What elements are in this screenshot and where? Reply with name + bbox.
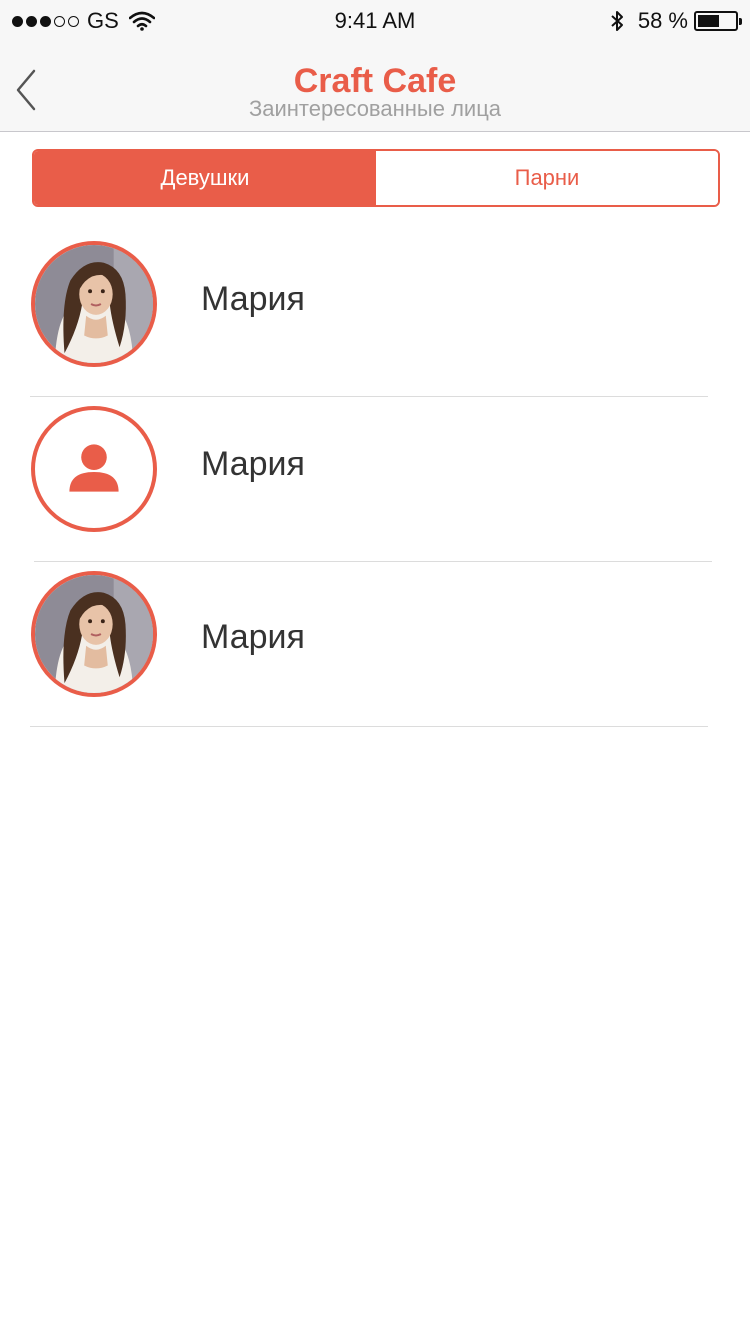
segment-guys[interactable]: Парни [376, 151, 718, 205]
bluetooth-icon [611, 11, 623, 31]
status-bar: GS 9:41 AM 58 % [0, 0, 750, 40]
person-name: Мария [201, 618, 305, 656]
page-subtitle: Заинтересованные лица [248, 96, 502, 121]
battery-icon [694, 11, 742, 31]
segment-girls[interactable]: Девушки [34, 151, 376, 205]
list-item[interactable]: Мария [0, 397, 750, 562]
battery-tip [739, 18, 742, 25]
people-list: Мария Мария Мария [0, 232, 750, 727]
person-name: Мария [201, 280, 305, 318]
avatar-photo [31, 571, 157, 697]
person-photo [35, 245, 153, 363]
avatar-placeholder [31, 406, 157, 532]
person-placeholder-icon [69, 444, 119, 492]
divider [30, 726, 708, 727]
avatar-photo [31, 241, 157, 367]
gender-segmented-control: Девушки Парни [32, 149, 720, 207]
screen: GS 9:41 AM 58 % Craft Cafe Заинтересован… [0, 0, 750, 1335]
person-name: Мария [201, 445, 305, 483]
navigation-bar: Craft Cafe Заинтересованные лица [0, 40, 750, 132]
page-title: Craft Cafe [293, 62, 457, 100]
list-item[interactable]: Мария [0, 562, 750, 727]
person-photo [35, 575, 153, 693]
battery-percent: 58 % [637, 8, 688, 33]
battery-fill [698, 15, 719, 27]
list-item[interactable]: Мария [0, 232, 750, 397]
status-right: 58 % [610, 8, 742, 34]
